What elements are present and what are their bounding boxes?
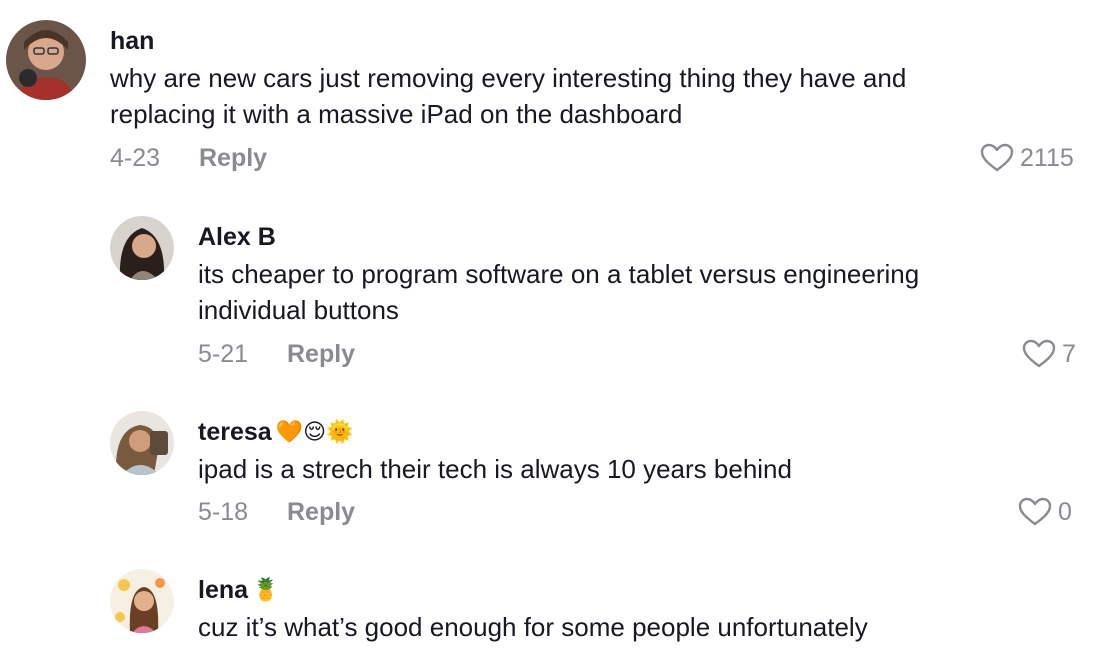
heart-outline-icon[interactable]: [1018, 497, 1052, 527]
heart-outline-icon[interactable]: [980, 143, 1014, 173]
comment-meta: 5-21 Reply: [198, 340, 355, 369]
comment-meta: 4-23 Reply: [110, 144, 267, 173]
like-button[interactable]: 2115: [980, 143, 1074, 173]
avatar-lena[interactable]: [110, 569, 174, 633]
avatar-teresa[interactable]: [110, 411, 174, 475]
avatar-alex-b[interactable]: [110, 216, 174, 280]
comment-text: cuz it’s what’s good enough for some peo…: [198, 609, 868, 645]
comment-date: 5-18: [198, 498, 249, 526]
like-count: 0: [1058, 497, 1072, 526]
like-count: 2115: [1020, 143, 1074, 172]
username[interactable]: lena 🍍: [198, 575, 868, 605]
comment-text: its cheaper to program software on a tab…: [198, 256, 919, 328]
username-text[interactable]: lena: [198, 576, 248, 604]
comment-text-line: its cheaper to program software on a tab…: [198, 259, 920, 289]
comment-text: why are new cars just removing every int…: [110, 60, 906, 132]
like-button[interactable]: 7: [1022, 339, 1076, 369]
comment-text-line: individual buttons: [198, 295, 399, 325]
username[interactable]: han: [110, 26, 906, 56]
username-text[interactable]: teresa: [198, 418, 272, 446]
reply-button[interactable]: Reply: [287, 340, 355, 369]
comment-text-line: cuz it’s what’s good enough for some peo…: [198, 612, 868, 642]
like-button[interactable]: 0: [1018, 497, 1072, 527]
username-text[interactable]: han: [110, 27, 154, 55]
reply-button[interactable]: Reply: [287, 498, 355, 527]
username[interactable]: teresa 🧡😌🌞: [198, 417, 792, 447]
username[interactable]: Alex B: [198, 222, 919, 252]
heart-outline-icon[interactable]: [1022, 339, 1056, 369]
reply-button[interactable]: Reply: [199, 144, 267, 173]
like-count: 7: [1062, 339, 1076, 368]
comment-date: 5-21: [198, 340, 249, 368]
comment-meta: 5-18 Reply: [198, 498, 355, 527]
comment-date: 4-23: [110, 144, 161, 172]
username-emoji: 🍍: [252, 577, 280, 602]
comment-text-line: replacing it with a massive iPad on the …: [110, 99, 683, 129]
comment-text-line: why are new cars just removing every int…: [110, 63, 907, 93]
comment-text-line: ipad is a strech their tech is always 10…: [198, 454, 792, 484]
username-emoji: 🧡😌🌞: [275, 419, 354, 444]
username-text[interactable]: Alex B: [198, 223, 276, 251]
comment-text: ipad is a strech their tech is always 10…: [198, 451, 792, 487]
avatar-han[interactable]: [6, 20, 86, 100]
